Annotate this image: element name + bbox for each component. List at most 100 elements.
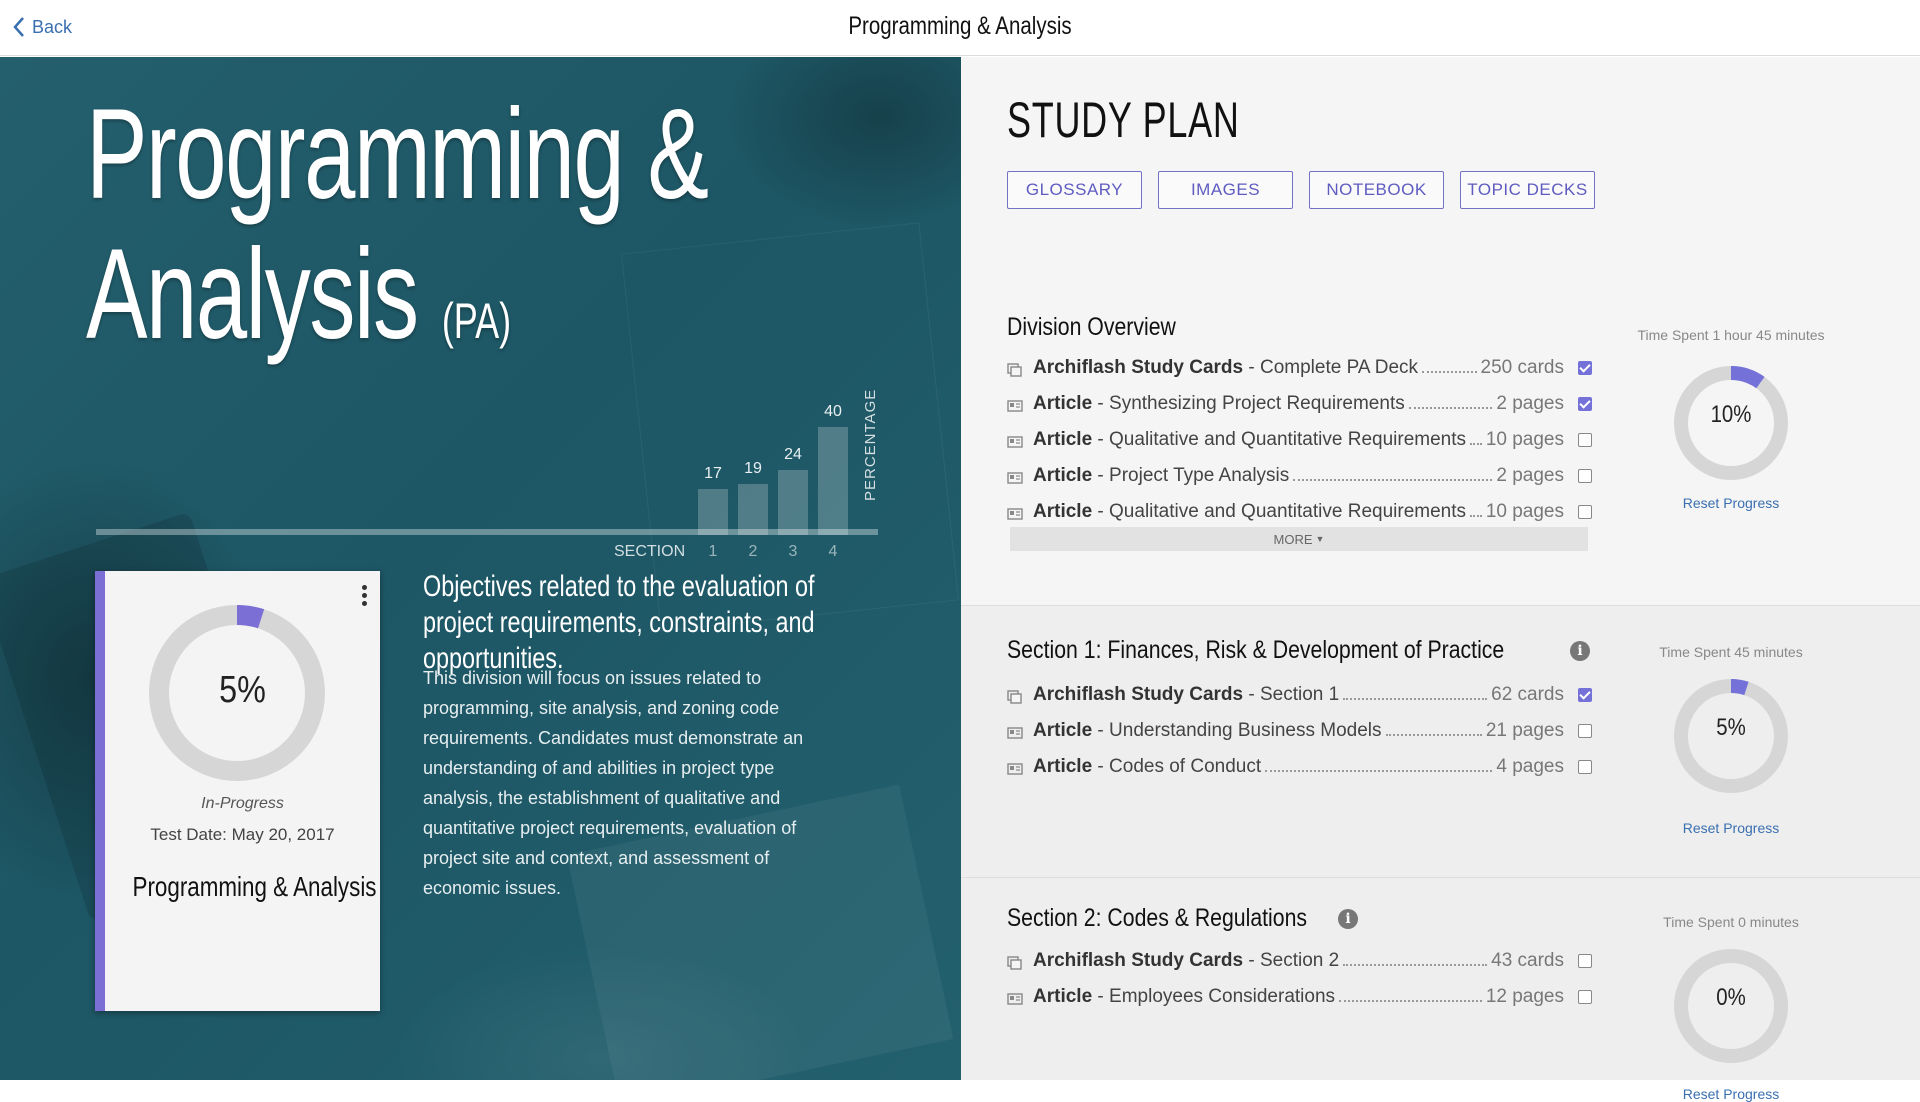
item-checkbox[interactable] <box>1578 361 1592 375</box>
progress-card[interactable]: 5% In-Progress Test Date: May 20, 2017 P… <box>95 571 380 1011</box>
item-type: Article <box>1033 986 1093 1007</box>
item-title: - Section 2 <box>1243 950 1340 971</box>
tab-topic-decks[interactable]: TOPIC DECKS <box>1460 171 1595 209</box>
section-heading: Section 2: Codes & Regulations i <box>1007 904 1358 933</box>
study-plan-panel: STUDY PLAN GLOSSARY IMAGES NOTEBOOK TOPI… <box>961 57 1920 1102</box>
back-label: Back <box>32 16 73 37</box>
time-spent: Time Spent 0 minutes <box>1663 914 1799 930</box>
reset-progress-link[interactable]: Reset Progress <box>1611 1086 1851 1102</box>
study-section: Section 1: Finances, Risk & Development … <box>961 605 1920 877</box>
item-checkbox[interactable] <box>1578 397 1592 411</box>
item-title: - Synthesizing Project Requirements <box>1092 393 1405 414</box>
item-count: 21 pages <box>1485 720 1564 741</box>
item-type: Article <box>1033 756 1093 777</box>
item-checkbox[interactable] <box>1578 990 1592 1004</box>
leader-dots <box>1339 1000 1482 1002</box>
section-progress-ring: 0% <box>1671 946 1791 1066</box>
more-label: MORE <box>1273 531 1313 547</box>
item-checkbox[interactable] <box>1578 505 1592 519</box>
chart-xlabel: SECTION <box>614 543 686 560</box>
info-icon[interactable]: i <box>1570 640 1590 661</box>
section-progress-percent: 0% <box>1716 984 1746 1011</box>
progress-status: In-Progress <box>201 795 284 812</box>
chart-bar <box>738 483 768 535</box>
item-type: Article <box>1033 429 1093 450</box>
item-count: 4 pages <box>1496 756 1564 777</box>
section-heading: Division Overview <box>1007 313 1206 342</box>
info-icon[interactable]: i <box>1338 908 1358 929</box>
page-title: Programming & Analysis <box>848 12 1072 40</box>
study-item[interactable]: Article - Project Type Analysis 2 pages <box>1007 461 1592 491</box>
section-progress-percent: 5% <box>1716 714 1746 741</box>
tab-notebook[interactable]: NOTEBOOK <box>1309 171 1444 209</box>
section-progress-ring: 10% <box>1671 363 1791 483</box>
item-type: Archiflash Study Cards <box>1033 357 1244 378</box>
study-item[interactable]: Archiflash Study Cards - Section 2 43 car… <box>1007 946 1592 976</box>
division-objective: Objectives related to the evaluation of … <box>423 570 815 675</box>
study-section: Division Overview Archiflash Study Cards … <box>961 247 1920 605</box>
item-checkbox[interactable] <box>1578 688 1592 702</box>
section-heading-text: Division Overview <box>1007 313 1176 341</box>
study-item[interactable]: Archiflash Study Cards - Complete PA Dec… <box>1007 353 1592 383</box>
division-title-line1: Programming & <box>86 83 709 226</box>
item-title: - Qualitative and Quantitative Requireme… <box>1092 501 1466 522</box>
back-button[interactable]: Back <box>12 16 72 38</box>
item-count: 62 cards <box>1491 684 1564 705</box>
item-title: - Complete PA Deck <box>1243 357 1419 378</box>
article-icon <box>1007 990 1023 1005</box>
study-item[interactable]: Archiflash Study Cards - Section 1 62 car… <box>1007 680 1592 710</box>
item-checkbox[interactable] <box>1578 469 1592 483</box>
item-checkbox[interactable] <box>1578 954 1592 968</box>
item-type: Archiflash Study Cards <box>1033 950 1244 971</box>
section-percentage-chart: SECTION PERCENTAGE 17 1 19 2 24 3 40 4 <box>600 357 900 577</box>
division-abbr: (PA) <box>441 293 512 349</box>
more-button[interactable]: MORE ▼ <box>1010 527 1588 551</box>
chart-category-label: 3 <box>788 543 798 560</box>
section-progress-percent: 10% <box>1710 401 1752 428</box>
section-progress-ring: 5% <box>1671 676 1791 796</box>
item-type: Article <box>1033 393 1093 414</box>
hero-divider <box>96 529 878 535</box>
cards-icon <box>1007 688 1023 704</box>
reset-progress-link[interactable]: Reset Progress <box>1611 495 1851 511</box>
study-plan-title: STUDY PLAN <box>1007 92 1240 148</box>
more-vert-icon[interactable] <box>358 585 370 609</box>
article-icon <box>1007 433 1023 448</box>
item-title: - Section 1 <box>1243 684 1340 705</box>
tab-images[interactable]: IMAGES <box>1158 171 1293 209</box>
item-count: 2 pages <box>1496 393 1564 414</box>
leader-dots <box>1343 964 1488 966</box>
item-count: 2 pages <box>1496 465 1564 486</box>
study-item[interactable]: Article - Qualitative and Quantitative R… <box>1007 425 1592 455</box>
article-icon <box>1007 724 1023 739</box>
item-count: 43 cards <box>1491 950 1564 971</box>
chart-category-label: 2 <box>748 543 758 560</box>
study-item[interactable]: Article - Synthesizing Project Requireme… <box>1007 389 1592 419</box>
top-bar: Back Programming & Analysis <box>0 0 1920 56</box>
chart-ylabel: PERCENTAGE <box>862 388 879 501</box>
reset-progress-link[interactable]: Reset Progress <box>1611 820 1851 836</box>
tab-glossary[interactable]: GLOSSARY <box>1007 171 1142 209</box>
study-item[interactable]: Article - Employees Considerations 12 pag… <box>1007 982 1592 1012</box>
chart-bar <box>778 470 808 535</box>
study-item[interactable]: Article - Understanding Business Models 2… <box>1007 716 1592 746</box>
study-item[interactable]: Article - Qualitative and Quantitative R… <box>1007 497 1592 527</box>
caret-down-icon: ▼ <box>1315 534 1325 544</box>
item-count: 12 pages <box>1485 986 1564 1007</box>
article-icon <box>1007 760 1023 775</box>
chart-bar-value: 40 <box>824 403 842 420</box>
leader-dots <box>1408 407 1493 409</box>
study-item[interactable]: Article - Codes of Conduct 4 pages <box>1007 752 1592 782</box>
item-checkbox[interactable] <box>1578 724 1592 738</box>
item-checkbox[interactable] <box>1578 433 1592 447</box>
division-title: Programming & Analysis (PA) <box>86 83 709 391</box>
item-count: 250 cards <box>1480 357 1564 378</box>
time-spent: Time Spent 45 minutes <box>1659 644 1803 660</box>
item-title: - Codes of Conduct <box>1092 756 1262 777</box>
resource-tabs: GLOSSARY IMAGES NOTEBOOK TOPIC DECKS <box>1007 171 1595 209</box>
item-checkbox[interactable] <box>1578 760 1592 774</box>
leader-dots <box>1470 443 1482 445</box>
item-count: 10 pages <box>1485 429 1564 450</box>
leader-dots <box>1293 479 1493 481</box>
chevron-left-icon <box>13 17 24 37</box>
